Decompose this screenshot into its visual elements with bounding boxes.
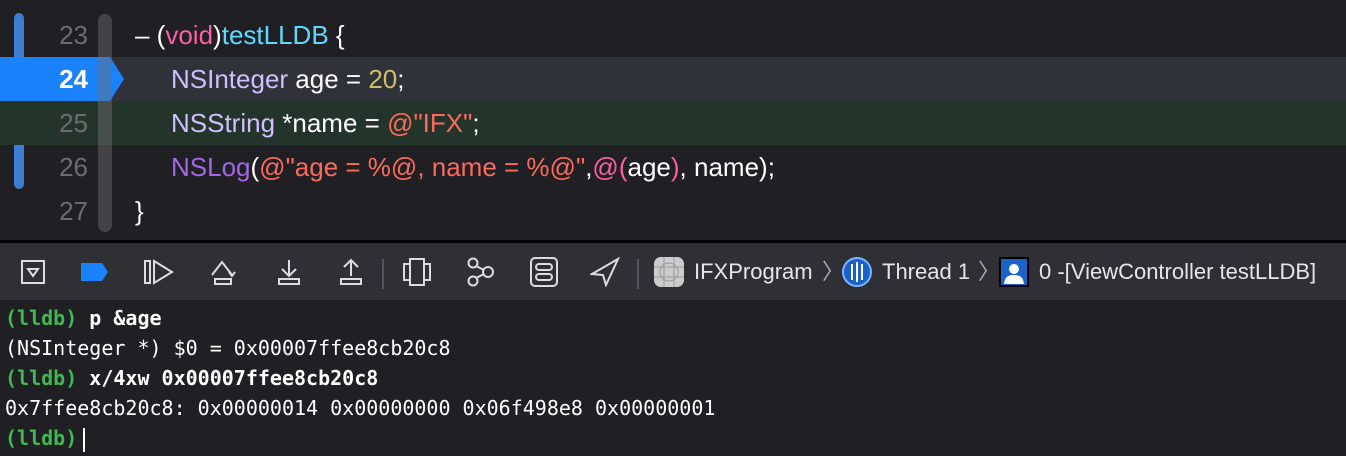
app-icon — [652, 255, 686, 289]
breadcrumb-thread[interactable]: Thread 1 — [882, 243, 970, 300]
stack-frame-icon — [997, 255, 1031, 289]
console-input-line[interactable]: (lldb) — [5, 423, 86, 453]
line-number: 23 — [59, 20, 88, 50]
console-line: (NSInteger *) $0 = 0x00007ffee8cb20c8 — [5, 336, 451, 360]
step-over-icon — [211, 260, 236, 285]
environment-overrides-button[interactable] — [527, 255, 561, 289]
hide-debug-area-icon — [21, 260, 45, 284]
code-line-current[interactable]: NSInteger age = 20; — [0, 57, 1346, 101]
view-hierarchy-button[interactable] — [400, 255, 434, 289]
environment-overrides-icon — [530, 257, 558, 287]
location-arrow-icon — [590, 257, 620, 287]
step-into-button[interactable] — [272, 255, 306, 289]
hide-debug-area-button[interactable] — [16, 255, 50, 289]
console-line: (lldb) p &age — [5, 306, 162, 330]
console-line: (lldb) x/4xw 0x00007ffee8cb20c8 — [5, 366, 379, 390]
line-number: 24 — [59, 64, 88, 94]
text-cursor — [83, 427, 86, 452]
line-number: 26 — [59, 152, 88, 182]
code-line[interactable]: 25 NSString *name = @"IFX"; — [0, 101, 1346, 145]
continue-icon — [144, 259, 174, 285]
code-line[interactable]: 27 } — [0, 189, 1346, 233]
simulate-location-button[interactable] — [588, 255, 622, 289]
divider — [382, 259, 384, 289]
continue-button[interactable] — [142, 255, 176, 289]
debug-toolbar: IFXProgram 〉 Thread 1 〉 0 -[ViewControll… — [0, 240, 1346, 300]
line-number: 25 — [59, 108, 88, 138]
step-out-icon — [340, 258, 362, 285]
memory-graph-button[interactable] — [463, 255, 497, 289]
breadcrumb-app[interactable]: IFXProgram — [694, 243, 813, 300]
code-line[interactable]: 26 NSLog(@"age = %@, name = %@",@(age), … — [0, 145, 1346, 189]
memory-graph-icon — [467, 257, 494, 287]
line-number: 27 — [59, 196, 88, 226]
breadcrumb-frame[interactable]: 0 -[ViewController testLLDB] — [1039, 243, 1316, 300]
gutter-scrollbar[interactable] — [98, 14, 112, 232]
step-over-button[interactable] — [208, 255, 242, 289]
thread-icon — [840, 255, 874, 289]
code-line[interactable]: 23 – (void)testLLDB { — [0, 13, 1346, 57]
step-out-button[interactable] — [334, 255, 368, 289]
console-line: 0x7ffee8cb20c8: 0x00000014 0x00000000 0x… — [5, 396, 716, 420]
divider — [637, 259, 639, 289]
lldb-console[interactable]: (lldb) p &age (NSInteger *) $0 = 0x00007… — [0, 300, 1346, 456]
view-hierarchy-icon — [403, 258, 431, 286]
step-into-icon — [278, 260, 300, 285]
code-editor[interactable]: 23 – (void)testLLDB { NSInteger age = 20… — [0, 0, 1346, 240]
breakpoint-icon — [81, 263, 108, 281]
breakpoints-toggle-button[interactable] — [78, 255, 112, 289]
